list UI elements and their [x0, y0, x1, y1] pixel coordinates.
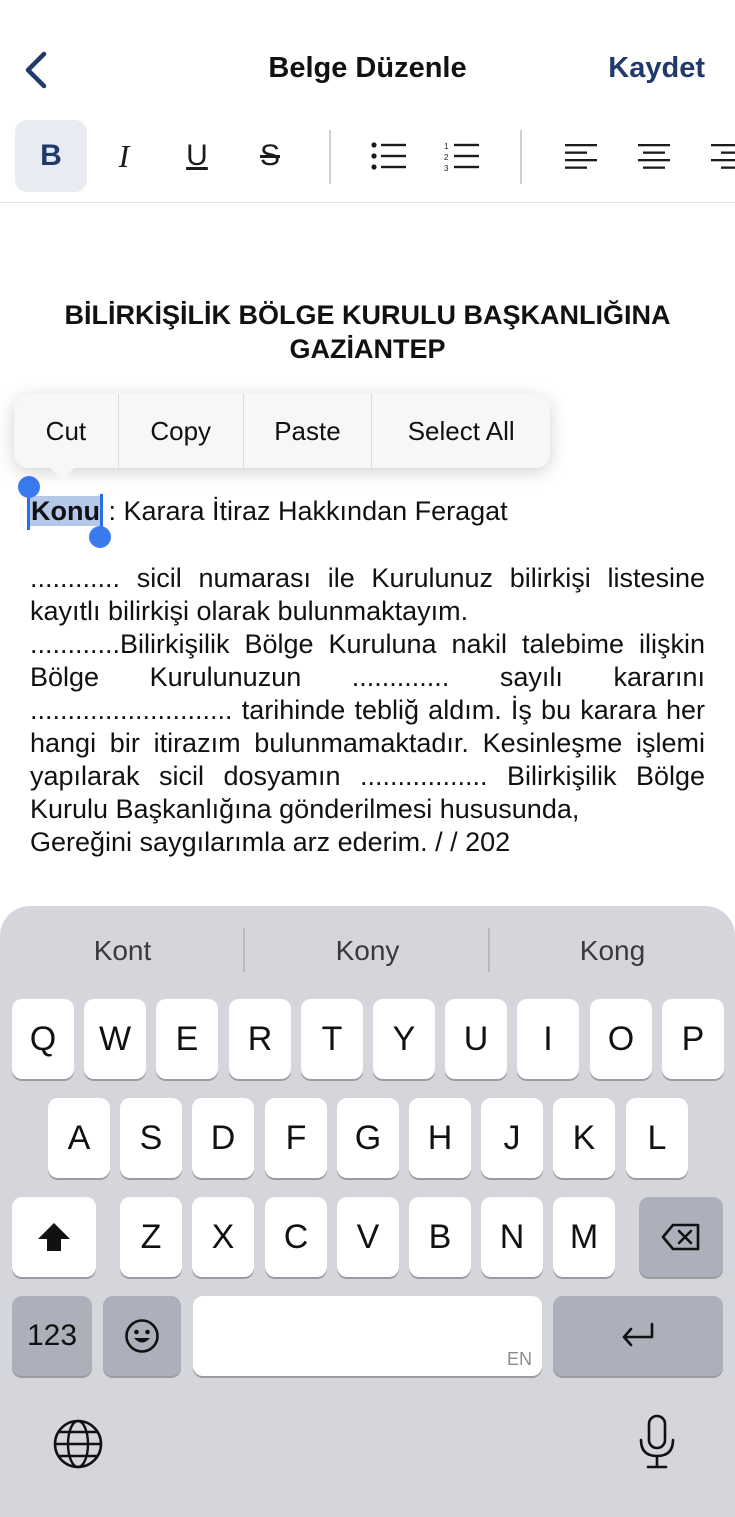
- numbers-key[interactable]: 123: [12, 1296, 92, 1376]
- key-d[interactable]: D: [192, 1098, 254, 1178]
- document-heading[interactable]: BİLİRKİŞİLİK BÖLGE KURULU BAŞKANLIĞINA G…: [0, 298, 735, 366]
- copy-menu-item[interactable]: Copy: [119, 394, 244, 468]
- body-paragraph-2: ............Bilirkişilik Bölge Kuruluna …: [30, 629, 705, 824]
- selection-end-caret: [100, 494, 103, 530]
- toolbar-divider: [520, 130, 522, 184]
- microphone-button[interactable]: [638, 1414, 676, 1475]
- svg-text:2: 2: [444, 153, 449, 162]
- strikethrough-button[interactable]: S: [234, 120, 306, 192]
- underline-button[interactable]: U: [161, 120, 233, 192]
- bold-label: B: [40, 139, 62, 172]
- globe-icon: [53, 1419, 103, 1469]
- context-menu-pointer: [48, 466, 76, 480]
- align-right-button[interactable]: [691, 120, 735, 192]
- key-y[interactable]: Y: [373, 999, 435, 1079]
- suggestion-3[interactable]: Kong: [490, 930, 735, 972]
- format-toolbar: B I U S 1 2 3: [0, 118, 735, 203]
- emoji-icon: [125, 1319, 159, 1353]
- keyboard: Kont Kony Kong Q W E R T Y U I O P A S D…: [0, 906, 735, 1517]
- heading-line-2: GAZİANTEP: [289, 334, 446, 364]
- align-left-button[interactable]: [545, 120, 617, 192]
- selection-end-handle[interactable]: [89, 526, 111, 548]
- key-e[interactable]: E: [156, 999, 218, 1079]
- key-j[interactable]: J: [481, 1098, 543, 1178]
- return-icon: [622, 1322, 654, 1347]
- toolbar-divider: [329, 130, 331, 184]
- body-paragraph-1: ............ sicil numarası ile Kurulunu…: [30, 563, 705, 626]
- key-h[interactable]: H: [409, 1098, 471, 1178]
- shift-icon: [38, 1223, 70, 1251]
- align-left-icon: [565, 144, 597, 169]
- backspace-icon: [661, 1223, 700, 1251]
- document-body[interactable]: ............ sicil numarası ile Kurulunu…: [30, 562, 705, 876]
- key-m[interactable]: M: [553, 1197, 615, 1277]
- space-key[interactable]: EN: [193, 1296, 542, 1376]
- key-g[interactable]: G: [337, 1098, 399, 1178]
- svg-text:1: 1: [444, 142, 449, 151]
- microphone-icon: [639, 1414, 675, 1469]
- select-all-menu-item[interactable]: Select All: [372, 394, 550, 468]
- selected-text[interactable]: Konu: [30, 496, 101, 526]
- key-w[interactable]: W: [84, 999, 146, 1079]
- heading-line-1: BİLİRKİŞİLİK BÖLGE KURULU BAŞKANLIĞINA: [64, 300, 671, 330]
- svg-text:3: 3: [444, 164, 449, 171]
- key-l[interactable]: L: [626, 1098, 688, 1178]
- key-t[interactable]: T: [301, 999, 363, 1079]
- align-right-icon: [711, 144, 735, 169]
- align-center-button[interactable]: [618, 120, 690, 192]
- edit-context-menu: Cut Copy Paste Select All: [14, 394, 550, 468]
- selection-start-caret: [27, 494, 30, 530]
- numbered-list-icon: 1 2 3: [444, 142, 479, 171]
- subject-value: : Karara İtiraz Hakkından Feragat: [100, 496, 508, 526]
- suggestion-2[interactable]: Kony: [245, 930, 490, 972]
- key-b[interactable]: B: [409, 1197, 471, 1277]
- key-r[interactable]: R: [229, 999, 291, 1079]
- emoji-key[interactable]: [103, 1296, 181, 1376]
- save-button[interactable]: Kaydet: [608, 52, 705, 85]
- suggestion-1[interactable]: Kont: [0, 930, 245, 972]
- key-s[interactable]: S: [120, 1098, 182, 1178]
- key-q[interactable]: Q: [12, 999, 74, 1079]
- paste-menu-item[interactable]: Paste: [244, 394, 373, 468]
- italic-label: I: [118, 137, 130, 174]
- bold-button[interactable]: B: [15, 120, 87, 192]
- key-i[interactable]: I: [517, 999, 579, 1079]
- key-k[interactable]: K: [553, 1098, 615, 1178]
- shift-key[interactable]: [12, 1197, 96, 1277]
- key-a[interactable]: A: [48, 1098, 110, 1178]
- globe-button[interactable]: [52, 1418, 104, 1475]
- selection-start-handle[interactable]: [18, 476, 40, 498]
- bullet-list-icon: [371, 142, 406, 170]
- key-v[interactable]: V: [337, 1197, 399, 1277]
- key-x[interactable]: X: [192, 1197, 254, 1277]
- key-z[interactable]: Z: [120, 1197, 182, 1277]
- key-p[interactable]: P: [662, 999, 724, 1079]
- key-f[interactable]: F: [265, 1098, 327, 1178]
- keyboard-language-tag: EN: [506, 1349, 532, 1369]
- underline-label: U: [186, 139, 208, 172]
- return-key[interactable]: [553, 1296, 723, 1376]
- body-paragraph-3: Gereğini saygılarımla arz ederim. / / 20…: [30, 827, 511, 857]
- cut-menu-item[interactable]: Cut: [14, 394, 119, 468]
- bullet-list-button[interactable]: [353, 120, 425, 192]
- align-center-icon: [638, 144, 670, 169]
- key-o[interactable]: O: [590, 999, 652, 1079]
- key-c[interactable]: C: [265, 1197, 327, 1277]
- key-u[interactable]: U: [445, 999, 507, 1079]
- backspace-key[interactable]: [639, 1197, 723, 1277]
- strikethrough-label: S: [259, 139, 280, 172]
- numbered-list-button[interactable]: 1 2 3: [426, 120, 498, 192]
- italic-button[interactable]: I: [88, 120, 160, 192]
- key-n[interactable]: N: [481, 1197, 543, 1277]
- header: Belge Düzenle Kaydet: [0, 0, 735, 120]
